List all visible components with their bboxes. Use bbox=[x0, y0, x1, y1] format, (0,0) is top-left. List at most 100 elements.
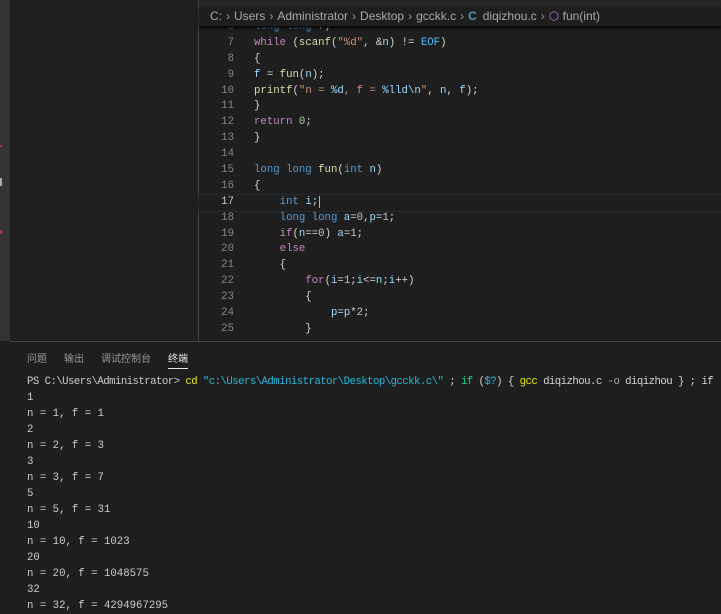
breadcrumb-item[interactable]: C: bbox=[210, 9, 222, 23]
terminal-output-line: 3 bbox=[27, 456, 34, 468]
code-token: { bbox=[254, 291, 312, 304]
code-token: <= bbox=[363, 275, 376, 288]
terminal-output-line: 5 bbox=[27, 488, 34, 500]
chevron-right-icon: › bbox=[408, 9, 413, 23]
code-text: } bbox=[254, 99, 260, 115]
code-token: if bbox=[279, 227, 293, 240]
code-text: else bbox=[254, 242, 306, 258]
code-text: { bbox=[254, 258, 286, 274]
code-line[interactable]: 19 if(n==0) a=1; bbox=[199, 227, 721, 243]
chevron-right-icon: › bbox=[540, 9, 545, 23]
breadcrumb: C: › Users › Administrator › Desktop › gcckk.c › C… bbox=[199, 7, 721, 26]
code-text: printf("n = %d, f = %lld\n", n, f); bbox=[254, 84, 479, 100]
code-token: , & bbox=[363, 36, 383, 49]
code-token: , f = bbox=[343, 84, 383, 97]
code-text: for(i=1;i<=n;i++) bbox=[254, 274, 414, 290]
line-number: 18 bbox=[221, 211, 234, 224]
line-number: 11 bbox=[221, 100, 234, 113]
code-token: ; bbox=[363, 307, 370, 320]
terminal[interactable]: PS C:\Users\Administrator> cd "c:\Users\… bbox=[27, 374, 717, 614]
line-number: 22 bbox=[221, 275, 234, 288]
code-line[interactable]: 24 p=p*2; bbox=[199, 306, 721, 322]
command-token: ; bbox=[443, 376, 461, 388]
code-line[interactable]: 21 { bbox=[199, 258, 721, 274]
panel-tab[interactable]: 问题 bbox=[27, 350, 47, 369]
code-token: ; bbox=[311, 195, 319, 208]
code-line[interactable]: 15 long long fun(int n) bbox=[199, 163, 721, 179]
code-line[interactable]: 10 printf("n = %d, f = %lld\n", n, f); bbox=[199, 84, 721, 100]
code-text: while (scanf("%d", &n) != EOF) bbox=[254, 36, 446, 52]
breadcrumb-item[interactable]: Administrator bbox=[277, 9, 348, 23]
code-text: return 0; bbox=[254, 115, 312, 131]
line-number: 12 bbox=[221, 116, 234, 129]
panel-tabs: 问题 输出 调试控制台 终端 bbox=[27, 350, 205, 369]
code-text: if(n==0) a=1; bbox=[254, 227, 363, 243]
command-token: diqizhou.c bbox=[537, 376, 608, 388]
code-token: else bbox=[279, 243, 306, 256]
command-token: diqizhou } ; if bbox=[619, 376, 714, 388]
code-token: EOF bbox=[420, 36, 441, 49]
breadcrumb-item[interactable]: Desktop bbox=[360, 9, 404, 23]
line-number: 15 bbox=[221, 164, 234, 177]
code-token: ) bbox=[375, 164, 383, 177]
code-line[interactable]: 9 f = fun(n); bbox=[199, 68, 721, 84]
line-number: 9 bbox=[227, 68, 234, 81]
text-cursor bbox=[319, 195, 321, 208]
command-token: ( bbox=[472, 376, 485, 388]
code-line[interactable]: 12 return 0; bbox=[199, 115, 721, 131]
breadcrumb-file[interactable]: diqizhou.c bbox=[483, 9, 537, 23]
panel-tab[interactable]: 调试控制台 bbox=[101, 350, 151, 369]
code-token: ); bbox=[311, 68, 325, 81]
code-token: "%d" bbox=[337, 36, 364, 49]
code-line[interactable]: 8{ bbox=[199, 52, 721, 68]
line-number: 16 bbox=[221, 179, 234, 192]
code-editor[interactable]: C: › Users › Administrator › Desktop › gcckk.c › C… bbox=[198, 0, 721, 341]
line-number: 13 bbox=[221, 132, 234, 145]
code-token: long long bbox=[279, 211, 344, 224]
code-line[interactable]: 20 else bbox=[199, 242, 721, 258]
code-line[interactable]: 13} bbox=[199, 131, 721, 147]
code-line[interactable]: 11} bbox=[199, 99, 721, 115]
bottom-panel: 问题 输出 调试控制台 终端 PS C:\Users\Administrator> c… bbox=[10, 341, 721, 612]
code-token: int bbox=[279, 195, 306, 208]
breadcrumb-item[interactable]: Users bbox=[234, 9, 265, 23]
code-line[interactable]: 25 } bbox=[199, 322, 721, 338]
code-line[interactable]: 18 long long a=0,p=1; bbox=[199, 211, 721, 227]
code-token: scanf bbox=[298, 36, 331, 49]
code-token: , bbox=[427, 84, 441, 97]
terminal-command-line: PS C:\Users\Administrator> cd "c:\Users\… bbox=[27, 374, 717, 390]
code-line[interactable]: 7 while (scanf("%d", &n) != EOF) bbox=[199, 36, 721, 52]
code-text: long long fun(int n) bbox=[254, 163, 382, 179]
panel-tab[interactable]: 终端 bbox=[168, 350, 188, 369]
code-line[interactable]: 22 for(i=1;i<=n;i++) bbox=[199, 274, 721, 290]
scrollbar-thumb[interactable] bbox=[0, 178, 2, 186]
terminal-output-line: n = 1, f = 1 bbox=[27, 408, 104, 420]
code-token: return bbox=[254, 116, 293, 129]
error-marker bbox=[0, 145, 2, 147]
breadcrumb-symbol[interactable]: fun(int) bbox=[563, 9, 600, 23]
terminal-output-line: 2 bbox=[27, 424, 34, 436]
code-token: } bbox=[254, 322, 312, 335]
code-token: fun bbox=[318, 164, 338, 177]
code-lines[interactable]: 6 long long f; 7 while (scanf("%d", &n) != … bbox=[198, 20, 721, 338]
code-text: } bbox=[254, 131, 260, 147]
error-marker bbox=[0, 230, 2, 234]
code-text: p=p*2; bbox=[254, 306, 370, 322]
code-token: %lld\n bbox=[382, 84, 421, 97]
code-token: == bbox=[305, 227, 319, 240]
code-line[interactable]: 14 bbox=[199, 147, 721, 163]
activity-bar bbox=[0, 0, 10, 341]
code-line[interactable]: 23 { bbox=[199, 290, 721, 306]
breadcrumb-item[interactable]: gcckk.c bbox=[416, 9, 456, 23]
chevron-right-icon: › bbox=[352, 9, 357, 23]
code-line[interactable]: 16 { bbox=[199, 179, 721, 195]
line-number: 14 bbox=[221, 148, 234, 161]
panel-tab[interactable]: 输出 bbox=[64, 350, 84, 369]
command-token: gcc bbox=[519, 376, 538, 388]
editor-tab-strip bbox=[199, 0, 721, 7]
empty-editor-group bbox=[10, 0, 198, 341]
code-line[interactable]: 17 int i; bbox=[198, 193, 721, 212]
